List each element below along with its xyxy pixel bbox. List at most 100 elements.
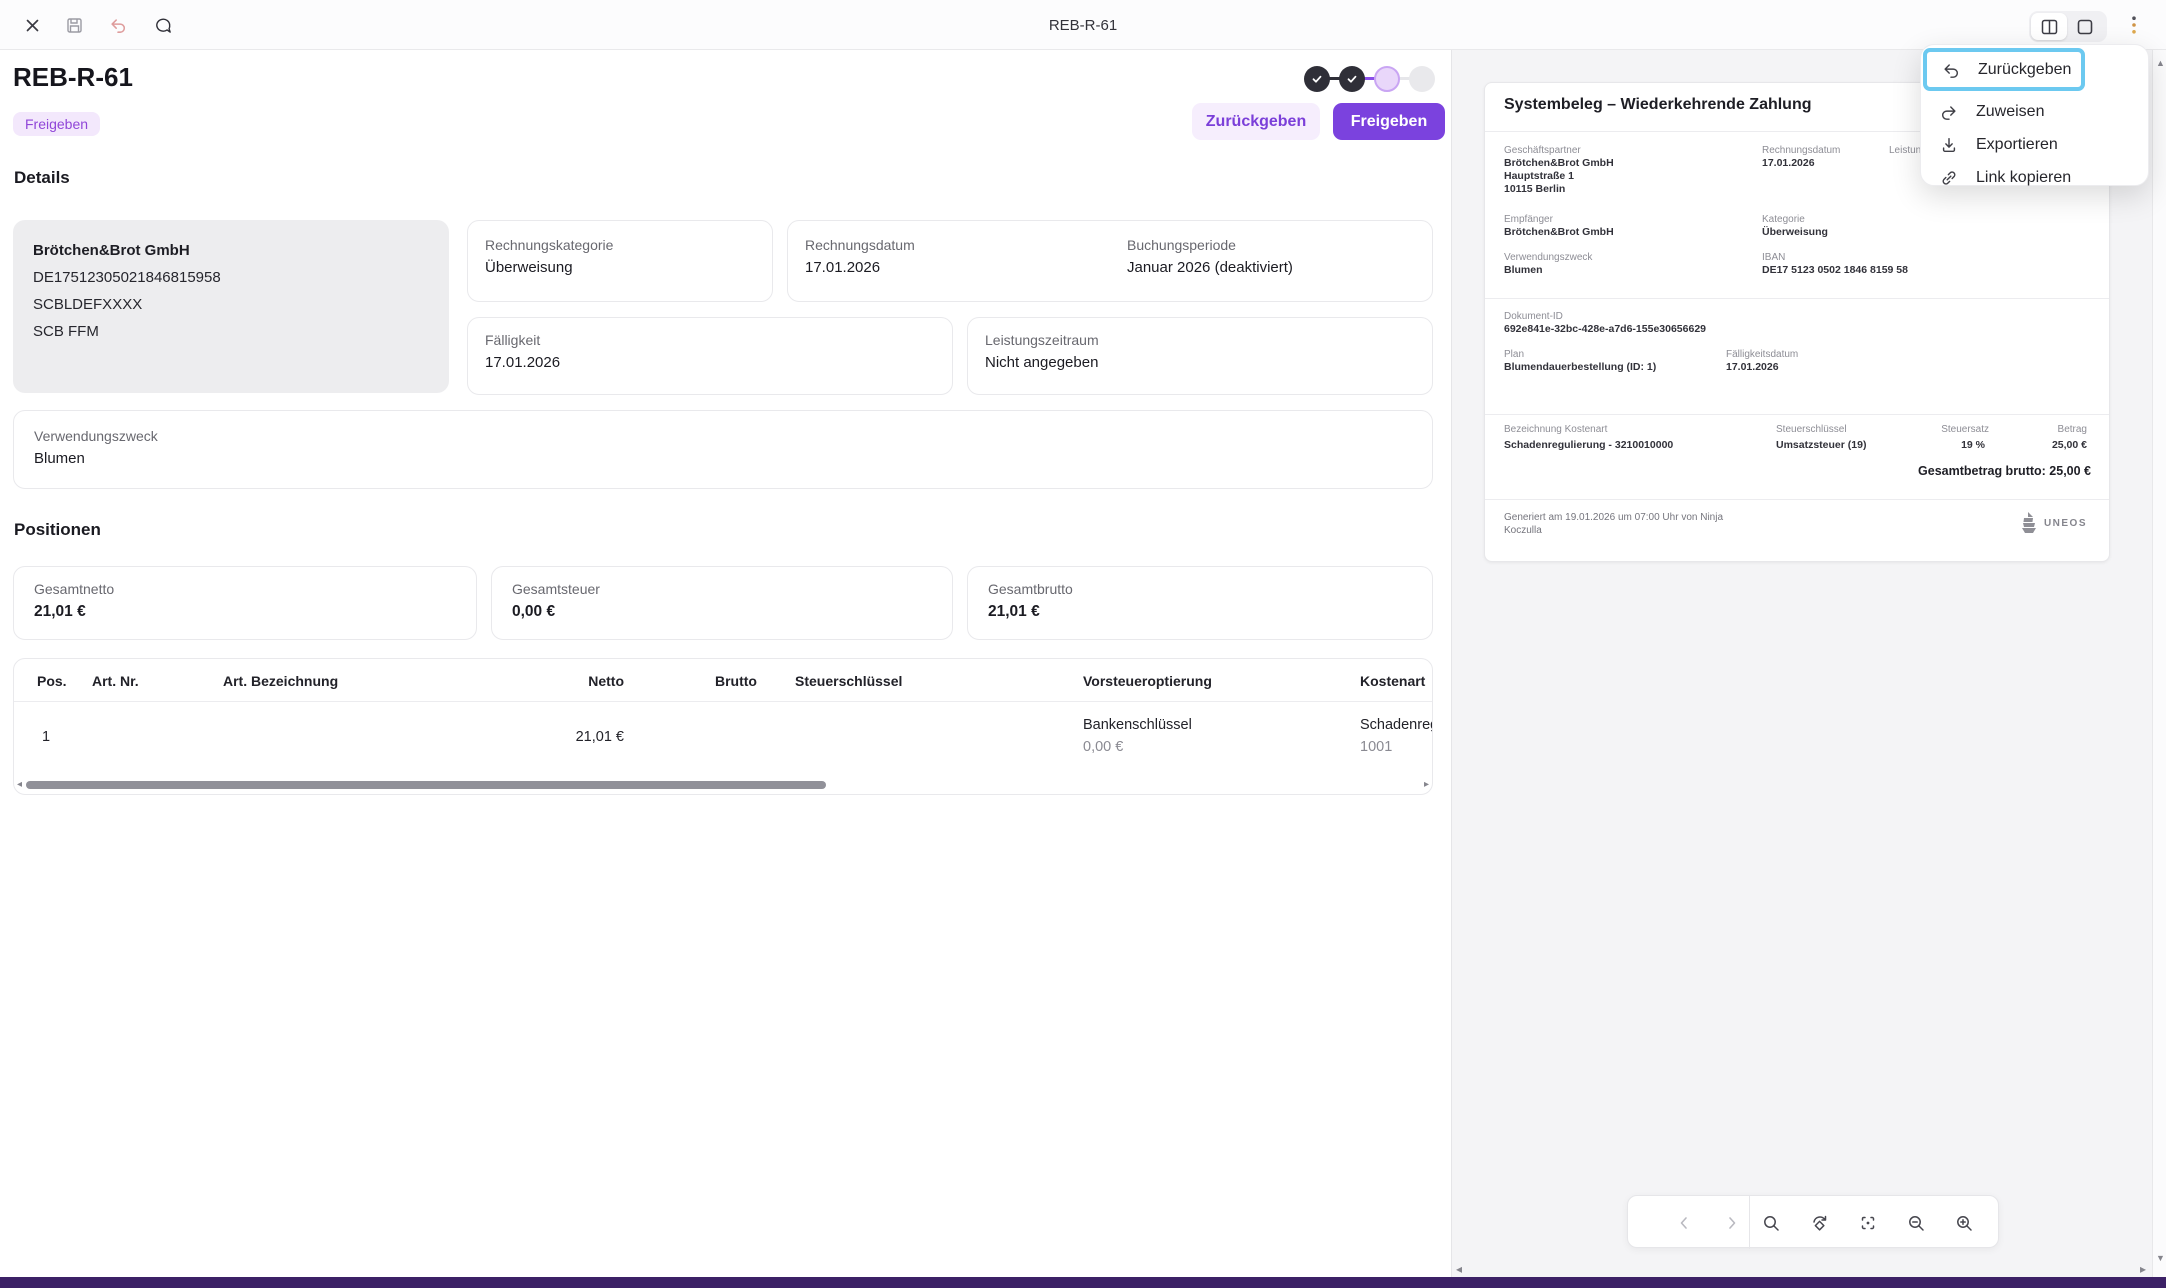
geschaeftspartner-line: 10115 Berlin	[1504, 183, 1565, 195]
download-icon	[1939, 135, 1959, 155]
faelligkeitsdatum-value: 17.01.2026	[1726, 361, 1779, 373]
zoom-in-button[interactable]	[1947, 1206, 1981, 1240]
menu-item-zuweisen[interactable]: Zuweisen	[1921, 95, 2148, 128]
divider	[1485, 499, 2109, 500]
table-horizontal-scrollbar[interactable]	[26, 781, 826, 789]
toolbar-divider	[1749, 1196, 1750, 1249]
menu-item-label: Exportieren	[1976, 136, 2058, 154]
freigeben-button[interactable]: Freigeben	[1333, 103, 1445, 140]
col-steuerschluessel: Steuerschlüssel	[795, 673, 902, 689]
field-value: Nicht angegeben	[985, 354, 1098, 371]
brand-logo: UNEOS	[2018, 511, 2087, 535]
positionen-heading: Positionen	[14, 520, 101, 540]
menu-item-exportieren[interactable]: Exportieren	[1921, 128, 2148, 161]
scroll-down-icon[interactable]: ▼	[2156, 1253, 2165, 1263]
total-card-brutto: Gesamtbrutto 21,01 €	[967, 566, 1433, 640]
split-view-button[interactable]	[2031, 13, 2067, 40]
partner-bic: SCBLDEFXXXX	[33, 296, 142, 313]
field-card-rechnungskategorie: Rechnungskategorie Überweisung	[467, 220, 773, 302]
total-value: 21,01 €	[34, 603, 86, 621]
uneos-logo-icon	[2018, 511, 2038, 535]
total-label: Gesamtbrutto	[988, 581, 1073, 597]
total-value: 21,01 €	[988, 603, 1040, 621]
empfaenger-value: Brötchen&Brot GmbH	[1504, 226, 1614, 238]
plan-value: Blumendauerbestellung (ID: 1)	[1504, 361, 1656, 373]
items-col-betrag: Betrag	[2058, 424, 2087, 435]
item-steuerschluessel: Umsatzsteuer (19)	[1776, 439, 1866, 451]
stepper-step-2-done	[1339, 66, 1365, 92]
menu-item-zurueckgeben[interactable]: Zurückgeben	[1927, 52, 2081, 87]
divider	[1485, 298, 2109, 299]
field-label: Buchungsperiode	[1127, 237, 1236, 253]
next-page-button[interactable]	[1715, 1206, 1749, 1240]
partner-name: Brötchen&Brot GmbH	[33, 242, 190, 259]
split-view-icon	[2041, 19, 2058, 35]
kategorie-label: Kategorie	[1762, 214, 1805, 225]
field-value: Blumen	[34, 450, 85, 467]
view-mode-toggle	[2029, 11, 2107, 42]
col-kostenart: Kostenart	[1360, 673, 1425, 689]
stepper-step-4-upcoming	[1409, 66, 1435, 92]
items-col-steuersatz: Steuersatz	[1941, 424, 1989, 435]
cell-kostenart: Schadenregulierung	[1360, 717, 1432, 733]
geschaeftspartner-label: Geschäftspartner	[1504, 145, 1581, 156]
cell-netto: 21,01 €	[576, 729, 624, 745]
rechnungsdatum-label: Rechnungsdatum	[1762, 145, 1840, 156]
cell-vorsteueroptierung-value: 0,00 €	[1083, 739, 1123, 755]
cell-kostenart-value: 1001	[1360, 739, 1392, 755]
fit-view-button[interactable]	[1851, 1206, 1885, 1240]
previous-page-button[interactable]	[1667, 1206, 1701, 1240]
field-value: Januar 2026 (deaktiviert)	[1127, 259, 1293, 276]
field-value: Überweisung	[485, 259, 573, 276]
link-icon	[1939, 168, 1959, 188]
stepper-step-1-done	[1304, 66, 1330, 92]
dokument-id-value: 692e841e-32bc-428e-a7d6-155e30656629	[1504, 323, 1706, 335]
total-value: 0,00 €	[512, 603, 555, 621]
single-view-button[interactable]	[2067, 13, 2103, 40]
rechnungsdatum-value: 17.01.2026	[1762, 157, 1815, 169]
bottom-accent-bar	[0, 1277, 2166, 1288]
zurueckgeben-button[interactable]: Zurückgeben	[1192, 103, 1320, 140]
verwendungszweck-label: Verwendungszweck	[1504, 252, 1592, 263]
total-label: Gesamtnetto	[34, 581, 114, 597]
item-betrag: 25,00 €	[2052, 439, 2087, 451]
menu-item-link-kopieren[interactable]: Link kopieren	[1921, 161, 2148, 194]
vertical-scrollbar[interactable]: ▲ ▼	[2152, 50, 2166, 1277]
field-label: Verwendungszweck	[34, 428, 158, 444]
col-pos: Pos.	[37, 673, 67, 689]
iban-value: DE17 5123 0502 1846 8159 58	[1762, 264, 1908, 276]
geschaeftspartner-line: Hauptstraße 1	[1504, 170, 1574, 182]
faelligkeitsdatum-label: Fälligkeitsdatum	[1726, 349, 1798, 360]
rotate-button[interactable]	[1802, 1206, 1836, 1240]
positions-table: Pos. Art. Nr. Art. Bezeichnung Netto Bru…	[13, 658, 1433, 795]
menu-item-highlight-ring: Zurückgeben	[1923, 48, 2085, 91]
document-title: Systembeleg – Wiederkehrende Zahlung	[1504, 96, 1812, 114]
undo-arrow-icon	[1941, 60, 1961, 80]
rotate-icon	[1810, 1214, 1829, 1233]
preview-scroll-left-icon[interactable]: ◂	[1456, 1264, 1462, 1274]
preview-scroll-right-icon[interactable]: ▸	[2140, 1264, 2146, 1274]
dokument-id-label: Dokument-ID	[1504, 311, 1563, 322]
verwendungszweck-value: Blumen	[1504, 264, 1543, 276]
menu-item-label: Zurückgeben	[1978, 61, 2071, 79]
cell-pos: 1	[42, 729, 50, 745]
table-header-divider	[14, 701, 1433, 702]
zoom-out-icon	[1907, 1214, 1925, 1232]
field-card-faelligkeit: Fälligkeit 17.01.2026	[467, 317, 953, 395]
iban-label: IBAN	[1762, 252, 1785, 263]
item-steuersatz: 19 %	[1961, 439, 1985, 451]
field-value: 17.01.2026	[485, 354, 560, 371]
field-value: 17.01.2026	[805, 259, 880, 276]
col-artnr: Art. Nr.	[92, 673, 139, 689]
search-button[interactable]	[1754, 1206, 1788, 1240]
check-icon	[1311, 73, 1323, 85]
field-card-datum-periode: Rechnungsdatum 17.01.2026 Buchungsperiod…	[787, 220, 1433, 302]
zoom-out-button[interactable]	[1899, 1206, 1933, 1240]
field-label: Fälligkeit	[485, 332, 540, 348]
more-menu-button[interactable]	[2120, 11, 2148, 39]
table-scroll-left-icon[interactable]: ◂	[17, 780, 22, 790]
fit-view-icon	[1859, 1214, 1877, 1232]
document-total: Gesamtbetrag brutto: 25,00 €	[1918, 464, 2091, 478]
scroll-up-icon[interactable]: ▲	[2156, 58, 2165, 68]
table-scroll-right-icon[interactable]: ▸	[1424, 780, 1429, 790]
